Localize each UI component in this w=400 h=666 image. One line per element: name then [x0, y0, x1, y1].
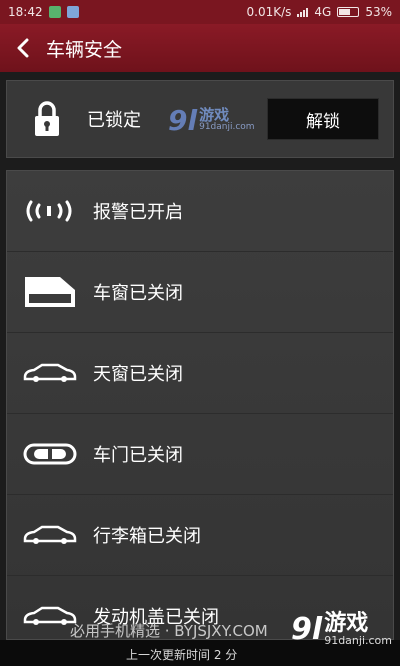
list-item: 天窗已关闭 [7, 333, 393, 414]
app-notification-icon [66, 6, 79, 18]
banner-logo-sub: 91danji.com [324, 634, 392, 647]
last-update-text: 上一次更新时间 2 分 [126, 648, 238, 662]
list-item: 车门已关闭 [7, 414, 393, 495]
ad-text: 必用手机精选 · BYJSJXY.COM [70, 622, 268, 640]
item-label: 报警已开启 [93, 202, 183, 223]
padlock-icon [7, 100, 87, 138]
watermark-mark: 9l [168, 103, 198, 137]
item-label: 行李箱已关闭 [93, 526, 201, 547]
watermark-main: 游戏 [199, 106, 230, 124]
banner-logo-main: 游戏 [324, 611, 369, 636]
car-trunk-icon [7, 524, 93, 546]
list-item: 车窗已关闭 [7, 252, 393, 333]
watermark-logo: 9l 游戏 91danji.com [168, 100, 263, 140]
app-notification-icon [48, 6, 61, 18]
status-bar: 18:42 0.01K/s 4G 53% [0, 0, 400, 24]
network-speed: 0.01K/s [246, 5, 292, 19]
car-door-icon [7, 442, 93, 466]
vehicle-status-list: 报警已开启 车窗已关闭 天窗已关闭 车门已关闭 行李箱已关闭 发动机盖已关闭 [6, 170, 394, 640]
bottom-banner: 必用手机精选 · BYJSJXY.COM 上一次更新时间 2 分 9l 游戏 9… [0, 612, 400, 666]
list-item: 报警已开启 [7, 171, 393, 252]
car-sunroof-icon [7, 362, 93, 384]
battery-level: 53% [365, 5, 392, 19]
item-label: 天窗已关闭 [93, 364, 183, 385]
status-time: 18:42 [8, 5, 43, 19]
item-label: 车窗已关闭 [93, 283, 183, 304]
item-label: 车门已关闭 [93, 445, 183, 466]
battery-icon [337, 7, 360, 17]
app-header: 车辆安全 [0, 24, 400, 72]
signal-icon [297, 7, 309, 17]
watermark-sub: 91danji.com [199, 122, 255, 132]
page-title: 车辆安全 [46, 38, 123, 61]
unlock-button[interactable]: 解锁 [267, 98, 379, 140]
banner-logo-mark: 9l [291, 612, 323, 647]
car-window-icon [7, 274, 93, 310]
alarm-signal-icon [7, 199, 93, 223]
chevron-left-icon[interactable] [0, 24, 46, 72]
list-item: 行李箱已关闭 [7, 495, 393, 576]
network-type: 4G [314, 5, 332, 19]
banner-logo: 9l 游戏 91danji.com [291, 612, 392, 647]
